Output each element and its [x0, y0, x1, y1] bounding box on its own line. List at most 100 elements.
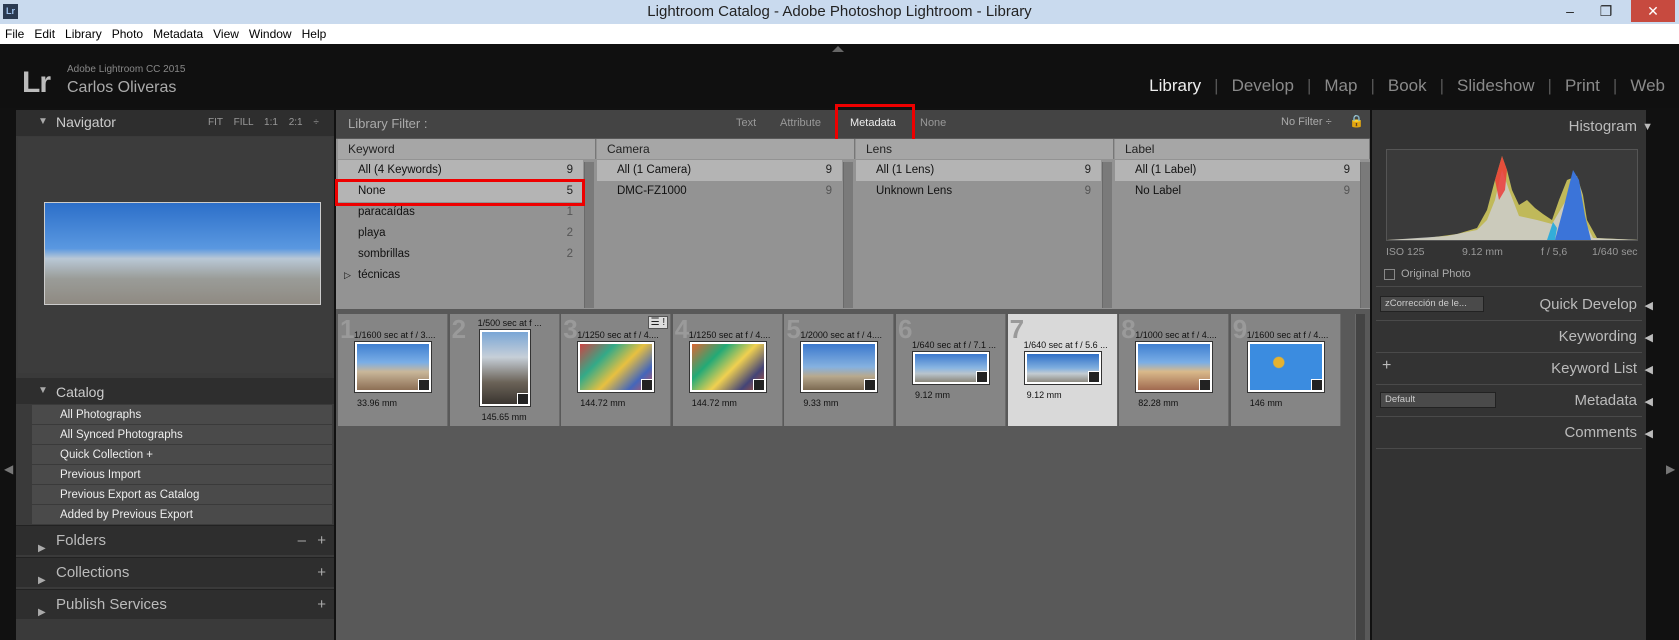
expand-triangle-icon[interactable]: ◀: [1645, 363, 1653, 376]
minimize-button[interactable]: –: [1557, 0, 1583, 22]
develop-adjusted-badge-icon[interactable]: [516, 393, 529, 405]
publish-services-header[interactable]: ▶ Publish Services +: [16, 589, 334, 619]
label-row[interactable]: No Label 9: [1115, 181, 1360, 202]
module-print[interactable]: Print: [1552, 76, 1613, 96]
collapse-triangle-icon[interactable]: ▼: [1642, 121, 1653, 133]
catalog-previous-export[interactable]: Previous Export as Catalog: [32, 485, 332, 505]
filter-tab-none[interactable]: None: [920, 117, 946, 129]
minus-icon[interactable]: –: [298, 526, 306, 556]
keyword-row[interactable]: All (4 Keywords) 9: [338, 160, 583, 181]
grid-cell-6[interactable]: 6 1/640 sec at f / 7.1 ... 9.12 mm: [896, 314, 1006, 426]
plus-icon[interactable]: +: [1382, 357, 1391, 375]
close-button[interactable]: ✕: [1631, 0, 1675, 22]
grid-cell-3[interactable]: 3 1/1250 sec at f / 4.... 144.72 mm ☰ !: [561, 314, 672, 426]
column-header-camera[interactable]: Camera: [597, 139, 855, 159]
lens-scrollbar[interactable]: [1102, 162, 1112, 308]
keyword-row[interactable]: sombrillas 2: [338, 244, 583, 265]
camera-row[interactable]: DMC-FZ1000 9: [597, 181, 842, 202]
metadata-warning-icon[interactable]: ☰ !: [647, 316, 669, 329]
module-web[interactable]: Web: [1617, 76, 1665, 96]
keyword-row[interactable]: playa 2: [338, 223, 583, 244]
develop-adjusted-badge-icon[interactable]: [864, 379, 877, 391]
expand-triangle-icon[interactable]: ◀: [1645, 395, 1653, 408]
menu-help[interactable]: Help: [297, 27, 332, 41]
camera-scrollbar[interactable]: [843, 162, 853, 308]
grid-cell-8[interactable]: 8 1/1000 sec at f / 4.... 82.28 mm: [1119, 314, 1230, 426]
panel-collapse-arrow-icon[interactable]: [832, 46, 844, 52]
column-header-label[interactable]: Label: [1115, 139, 1370, 159]
expand-triangle-icon[interactable]: ◀: [1645, 331, 1653, 344]
grid-cell-2[interactable]: 2 1/500 sec at f ... 145.65 mm: [449, 314, 560, 426]
navigator-image[interactable]: [44, 202, 321, 305]
collapse-triangle-icon[interactable]: ▼: [38, 385, 48, 396]
menu-view[interactable]: View: [208, 27, 244, 41]
menu-window[interactable]: Window: [244, 27, 297, 41]
catalog-all-photographs[interactable]: All Photographs: [32, 405, 332, 425]
left-panel-toggle-icon[interactable]: ◀: [4, 462, 13, 476]
column-header-keyword[interactable]: Keyword: [338, 139, 596, 159]
collapse-triangle-icon[interactable]: ▼: [38, 116, 48, 127]
grid-scrollbar[interactable]: [1355, 314, 1365, 640]
expand-triangle-icon[interactable]: ◀: [1645, 299, 1653, 312]
develop-adjusted-badge-icon[interactable]: [1199, 379, 1212, 391]
grid-cell-5[interactable]: 5 1/2000 sec at f / 4.... 9.33 mm: [784, 314, 895, 426]
filter-tab-attribute[interactable]: Attribute: [780, 117, 821, 129]
column-header-lens[interactable]: Lens: [856, 139, 1114, 159]
grid-cell-4[interactable]: 4 1/1250 sec at f / 4.... 144.72 mm: [672, 314, 783, 426]
grid-cell-1[interactable]: 1 1/1600 sec at f / 3.... 33.96 mm: [338, 314, 448, 426]
module-library[interactable]: Library: [1136, 76, 1214, 96]
keyword-scrollbar[interactable]: [584, 162, 594, 308]
menu-bar: File Edit Library Photo Metadata View Window He…: [0, 24, 1679, 44]
cell-index: 2: [451, 314, 467, 344]
cell-index: 5: [786, 314, 801, 344]
plus-icon[interactable]: +: [317, 590, 326, 620]
catalog-quick-collection[interactable]: Quick Collection +: [32, 445, 332, 465]
navigator-zoom-options[interactable]: FIT FILL 1:1 2:1 ÷: [208, 117, 319, 128]
plus-icon[interactable]: +: [317, 558, 326, 588]
grid-cell-9[interactable]: 9 1/1600 sec at f / 4.... 146 mm: [1230, 314, 1341, 426]
restore-button[interactable]: ❐: [1593, 0, 1619, 22]
plus-icon[interactable]: +: [317, 526, 326, 556]
lens-row[interactable]: All (1 Lens) 9: [856, 160, 1101, 181]
expand-triangle-icon[interactable]: ◀: [1645, 427, 1653, 440]
grid-cell-7[interactable]: 7 1/640 sec at f / 5.6 ... 9.12 mm: [1007, 314, 1118, 426]
checkbox-icon[interactable]: [1384, 268, 1395, 280]
develop-adjusted-badge-icon[interactable]: [1310, 379, 1323, 391]
folders-header[interactable]: ▶ Folders – +: [16, 525, 334, 555]
menu-library[interactable]: Library: [60, 27, 107, 41]
develop-adjusted-badge-icon[interactable]: [418, 379, 430, 391]
metadata-preset-dropdown[interactable]: Default: [1380, 392, 1496, 408]
cell-index: 6: [898, 314, 913, 344]
develop-adjusted-badge-icon[interactable]: [1087, 371, 1100, 383]
catalog-added-by-export[interactable]: Added by Previous Export: [32, 505, 332, 525]
original-photo-checkbox[interactable]: Original Photo: [1384, 268, 1471, 280]
module-book[interactable]: Book: [1375, 76, 1440, 96]
cell-exposure-info: 1/1600 sec at f / 3....: [354, 330, 436, 340]
right-panel-toggle-icon[interactable]: ▶: [1666, 462, 1675, 476]
catalog-previous-import[interactable]: Previous Import: [32, 465, 332, 485]
lens-row[interactable]: Unknown Lens 9: [856, 181, 1101, 202]
collections-header[interactable]: ▶ Collections +: [16, 557, 334, 587]
develop-adjusted-badge-icon[interactable]: [976, 371, 988, 383]
label-scrollbar[interactable]: [1360, 162, 1370, 308]
develop-adjusted-badge-icon[interactable]: [641, 379, 654, 391]
filter-preset-dropdown[interactable]: No Filter ÷: [1281, 116, 1332, 128]
expand-triangle-icon[interactable]: ▷: [344, 265, 351, 286]
quick-develop-preset-dropdown[interactable]: zCorrección de le...: [1380, 296, 1484, 312]
catalog-header[interactable]: ▼ Catalog: [16, 378, 334, 404]
label-row[interactable]: All (1 Label) 9: [1115, 160, 1360, 181]
module-develop[interactable]: Develop: [1219, 76, 1307, 96]
module-map[interactable]: Map: [1311, 76, 1370, 96]
module-slideshow[interactable]: Slideshow: [1444, 76, 1548, 96]
filter-tab-text[interactable]: Text: [736, 117, 756, 129]
lock-icon[interactable]: 🔒: [1349, 114, 1364, 130]
keyword-row[interactable]: ▷ técnicas: [338, 265, 583, 286]
camera-row[interactable]: All (1 Camera) 9: [597, 160, 842, 181]
develop-adjusted-badge-icon[interactable]: [752, 379, 765, 391]
menu-metadata[interactable]: Metadata: [148, 27, 208, 41]
expand-triangle-icon[interactable]: ▶: [38, 598, 46, 628]
catalog-all-synced[interactable]: All Synced Photographs: [32, 425, 332, 445]
menu-file[interactable]: File: [0, 27, 29, 41]
menu-edit[interactable]: Edit: [29, 27, 60, 41]
menu-photo[interactable]: Photo: [107, 27, 148, 41]
